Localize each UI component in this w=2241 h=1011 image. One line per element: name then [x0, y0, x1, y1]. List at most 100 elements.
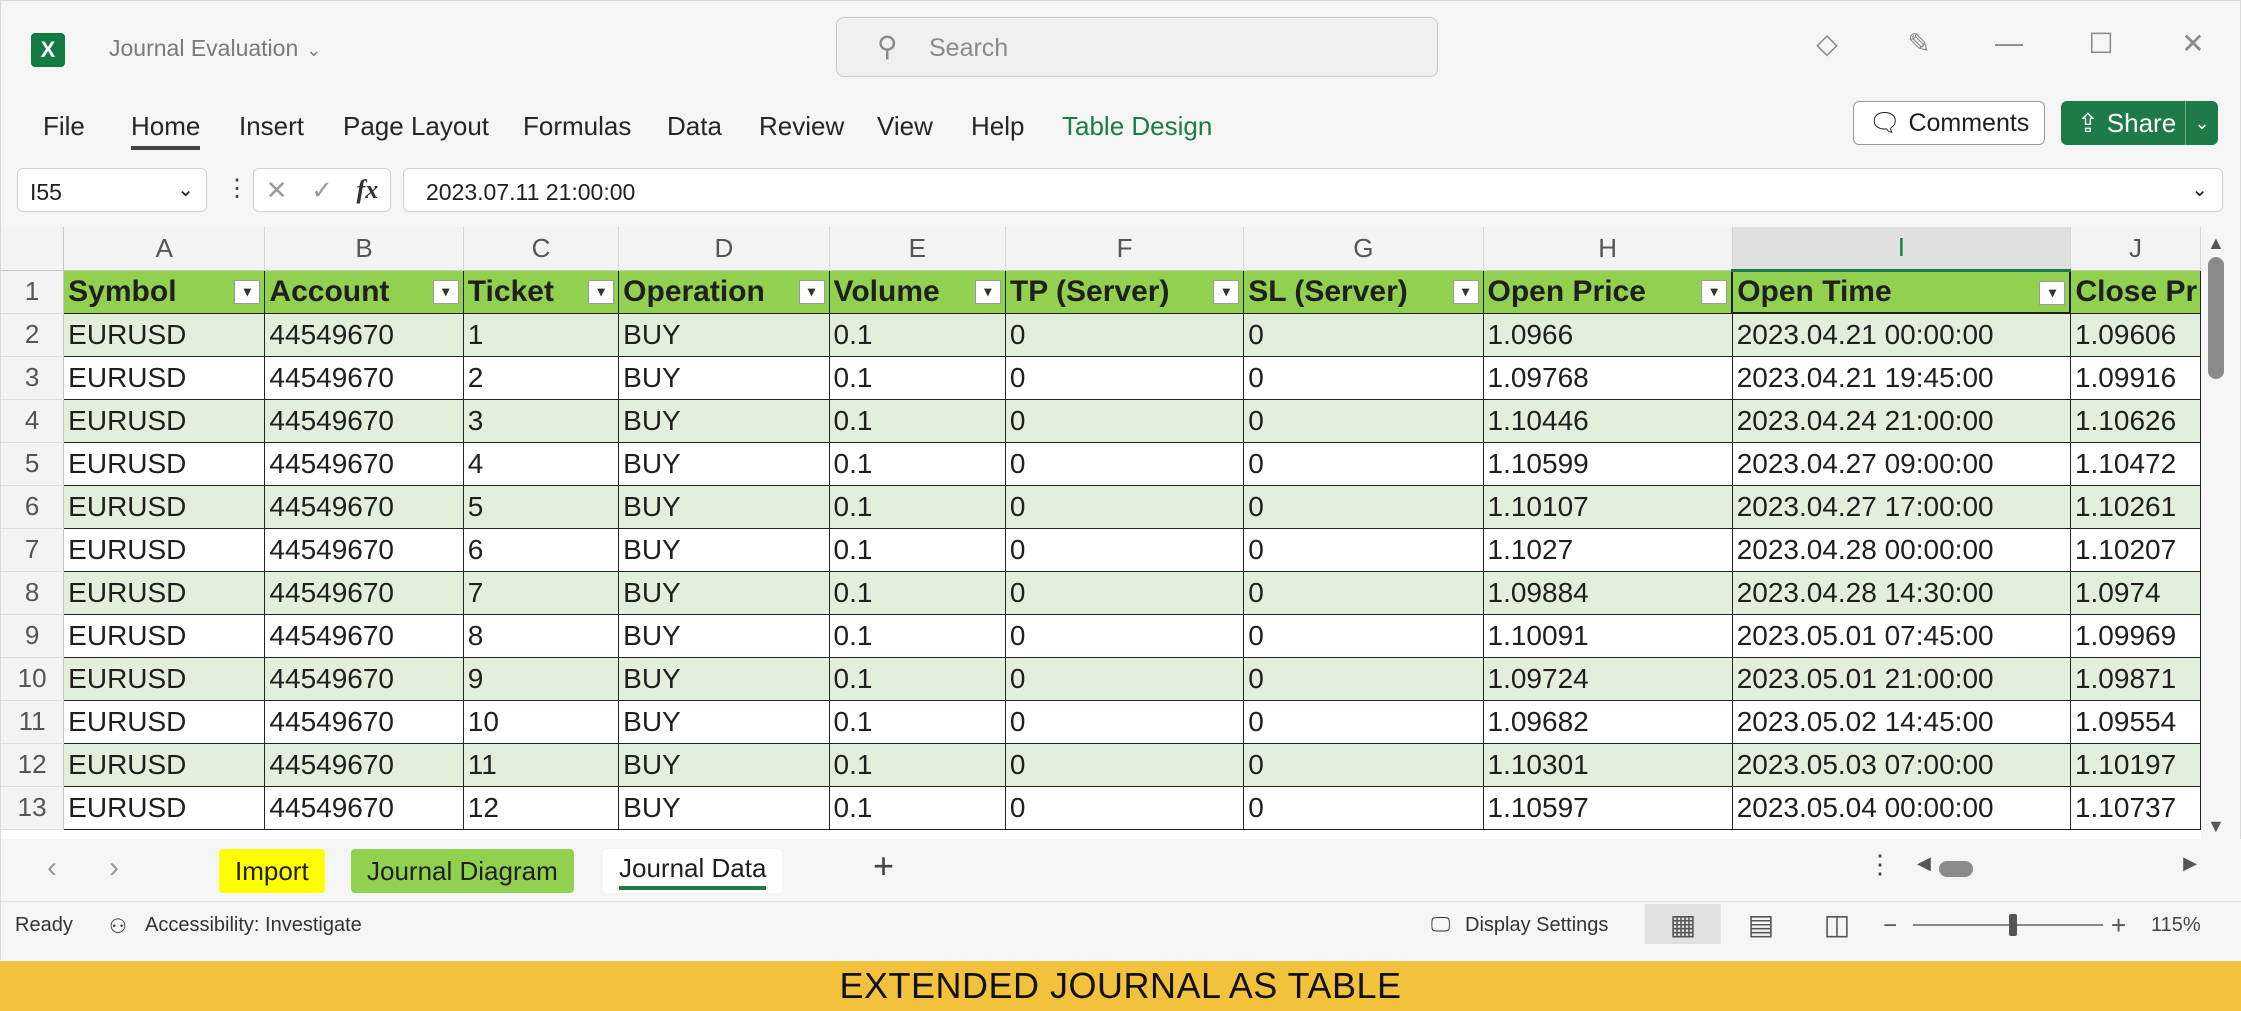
table-cell[interactable]: EURUSD: [63, 355, 266, 400]
row-header[interactable]: 5: [1, 442, 65, 486]
column-header-h[interactable]: H: [1483, 227, 1733, 271]
column-header-d[interactable]: D: [618, 227, 830, 271]
table-cell[interactable]: 2023.04.27 17:00:00: [1731, 484, 2071, 529]
table-cell[interactable]: 10: [462, 699, 620, 744]
insert-function-icon[interactable]: fx: [357, 175, 379, 205]
normal-view-icon[interactable]: ▦: [1645, 904, 1721, 944]
row-header[interactable]: 11: [1, 700, 65, 744]
column-header-b[interactable]: B: [264, 227, 464, 271]
table-cell[interactable]: 0: [1243, 312, 1484, 357]
sheet-tab-journal-diagram[interactable]: Journal Diagram: [351, 849, 574, 893]
table-cell[interactable]: 0.1: [828, 355, 1006, 400]
table-cell[interactable]: 0: [1243, 355, 1484, 400]
table-cell[interactable]: 9: [462, 656, 620, 701]
table-cell[interactable]: 1.10261: [2069, 484, 2201, 529]
zoom-level[interactable]: 115%: [2151, 914, 2201, 937]
table-cell[interactable]: 1.09969: [2069, 613, 2201, 658]
table-cell[interactable]: 1: [462, 312, 620, 357]
table-cell[interactable]: 12: [462, 785, 620, 830]
table-cell[interactable]: 2: [462, 355, 620, 400]
scroll-right-icon[interactable]: ▶: [2183, 853, 2197, 874]
table-header-cell[interactable]: TP (Server) ▾: [1004, 269, 1245, 314]
filter-dropdown-icon[interactable]: ▾: [432, 279, 459, 304]
tab-home[interactable]: Home: [131, 111, 201, 150]
cancel-icon[interactable]: ✕: [266, 175, 288, 206]
table-cell[interactable]: 1.10207: [2069, 527, 2201, 572]
table-cell[interactable]: 0: [1004, 484, 1245, 529]
table-cell[interactable]: 0.1: [828, 742, 1006, 787]
column-header-j[interactable]: J: [2070, 227, 2201, 271]
filter-dropdown-icon[interactable]: ▾: [1701, 279, 1728, 304]
table-cell[interactable]: 0.1: [828, 570, 1006, 615]
table-cell[interactable]: BUY: [618, 355, 830, 400]
more-options-icon[interactable]: ⋮: [1867, 849, 1893, 880]
table-cell[interactable]: 1.10197: [2069, 742, 2201, 787]
row-header[interactable]: 4: [1, 399, 65, 443]
horizontal-scrollbar[interactable]: ◀ ▶: [1917, 853, 2197, 881]
vertical-scrollbar[interactable]: ▲ ▼: [2201, 227, 2231, 839]
share-button[interactable]: ⇪ Share ⌄: [2061, 101, 2218, 145]
table-cell[interactable]: 0.1: [828, 699, 1006, 744]
table-cell[interactable]: 44549670: [264, 785, 464, 830]
table-cell[interactable]: 1.10472: [2069, 441, 2201, 486]
zoom-out-icon[interactable]: −: [1883, 912, 1897, 940]
table-cell[interactable]: 1.1027: [1482, 527, 1733, 572]
table-cell[interactable]: 44549670: [264, 355, 464, 400]
accessibility-status[interactable]: Accessibility: Investigate: [145, 914, 362, 937]
filter-dropdown-icon[interactable]: ▾: [2039, 280, 2066, 305]
filter-dropdown-icon[interactable]: ▾: [234, 279, 261, 304]
tab-table-design[interactable]: Table Design: [1062, 111, 1212, 142]
table-header-cell[interactable]: Ticket ▾: [462, 269, 620, 314]
table-cell[interactable]: 1.10597: [1482, 785, 1733, 830]
table-cell[interactable]: 2023.04.21 00:00:00: [1731, 312, 2071, 357]
table-cell[interactable]: 1.0974: [2069, 570, 2201, 615]
comments-button[interactable]: 🗨 Comments: [1853, 101, 2045, 145]
filter-dropdown-icon[interactable]: ▾: [1213, 279, 1240, 304]
table-cell[interactable]: 44549670: [264, 527, 464, 572]
table-cell[interactable]: BUY: [618, 527, 830, 572]
table-cell[interactable]: EURUSD: [63, 699, 266, 744]
table-cell[interactable]: 2023.05.01 07:45:00: [1731, 613, 2071, 658]
table-cell[interactable]: EURUSD: [63, 785, 266, 830]
table-cell[interactable]: 44549670: [264, 312, 464, 357]
table-header-cell[interactable]: Account ▾: [264, 269, 464, 314]
table-cell[interactable]: 2023.05.02 14:45:00: [1731, 699, 2071, 744]
tab-insert[interactable]: Insert: [239, 111, 304, 142]
table-cell[interactable]: 1.10446: [1482, 398, 1733, 443]
table-cell[interactable]: 0.1: [828, 398, 1006, 443]
table-cell[interactable]: 0: [1243, 484, 1484, 529]
scroll-thumb[interactable]: [2208, 257, 2224, 379]
next-sheet-icon[interactable]: ›: [109, 851, 119, 885]
table-header-cell[interactable]: Open Time ▾: [1731, 269, 2072, 314]
accessibility-icon[interactable]: ⚇: [109, 914, 127, 939]
table-cell[interactable]: 0: [1243, 742, 1484, 787]
table-cell[interactable]: 2023.05.03 07:00:00: [1731, 742, 2071, 787]
table-cell[interactable]: 0: [1004, 527, 1245, 572]
table-cell[interactable]: BUY: [618, 441, 830, 486]
table-cell[interactable]: 6: [462, 527, 620, 572]
table-cell[interactable]: 0: [1243, 570, 1484, 615]
table-cell[interactable]: 0.1: [828, 613, 1006, 658]
table-cell[interactable]: 1.09884: [1482, 570, 1733, 615]
table-cell[interactable]: 1.10737: [2069, 785, 2201, 830]
table-cell[interactable]: 1.10301: [1482, 742, 1733, 787]
sheet-tab-import[interactable]: Import: [219, 849, 325, 893]
table-cell[interactable]: BUY: [618, 484, 830, 529]
close-icon[interactable]: ✕: [2173, 27, 2213, 60]
table-cell[interactable]: BUY: [618, 613, 830, 658]
diamond-icon[interactable]: ◇: [1807, 27, 1847, 60]
table-cell[interactable]: BUY: [618, 656, 830, 701]
excel-app-icon[interactable]: X: [31, 33, 65, 67]
table-cell[interactable]: 1.10599: [1482, 441, 1733, 486]
table-cell[interactable]: 0: [1004, 441, 1245, 486]
zoom-slider-thumb[interactable]: [2009, 914, 2017, 936]
tab-view[interactable]: View: [877, 111, 933, 142]
tab-formulas[interactable]: Formulas: [523, 111, 631, 142]
table-header-cell[interactable]: SL (Server) ▾: [1243, 269, 1484, 314]
table-cell[interactable]: 1.09768: [1482, 355, 1733, 400]
table-header-cell[interactable]: Operation ▾: [618, 269, 830, 314]
filter-dropdown-icon[interactable]: ▾: [974, 279, 1001, 304]
table-cell[interactable]: 0.1: [828, 785, 1006, 830]
row-header[interactable]: 9: [1, 614, 65, 658]
table-cell[interactable]: 0: [1004, 742, 1245, 787]
